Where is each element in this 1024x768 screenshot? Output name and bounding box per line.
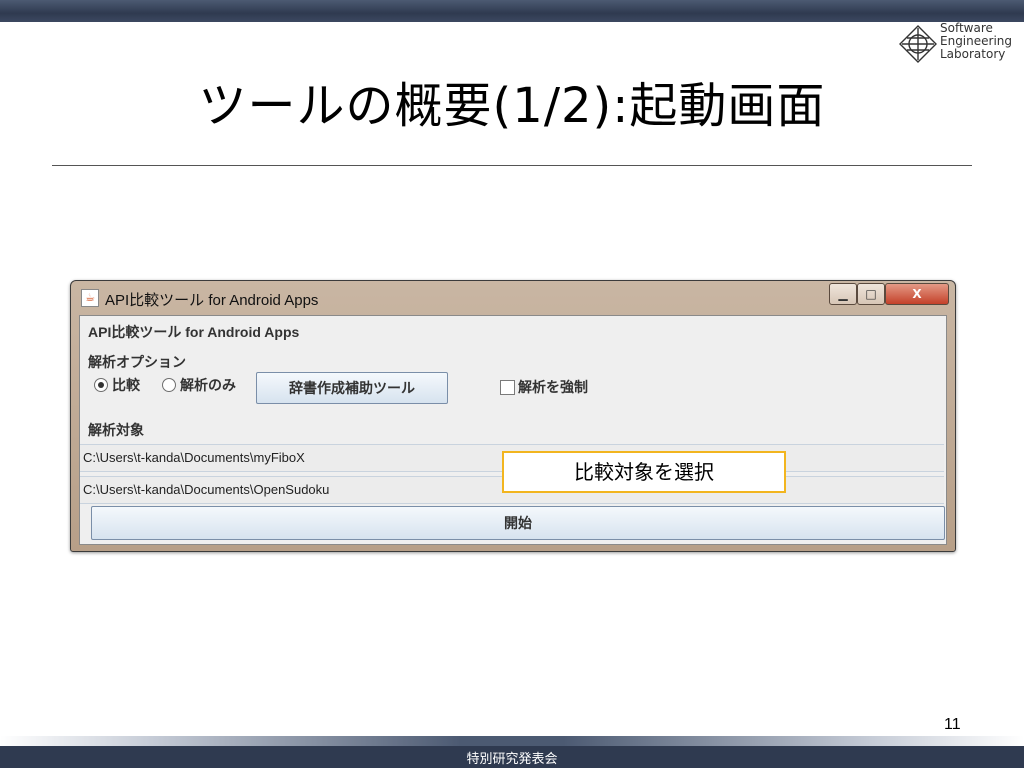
radio-analyze-only[interactable] [162,378,176,392]
dictionary-tool-button[interactable]: 辞書作成補助ツール [256,372,448,404]
force-analyze-label: 解析を強制 [518,379,588,395]
logo-text: Software Engineering Laboratory [940,22,1012,61]
footer-text: 特別研究発表会 [466,752,558,767]
window-client: API比較ツール for Android Apps 解析オプション 比較 解析の… [79,315,947,545]
app-heading: API比較ツール for Android Apps [88,324,300,340]
top-bar [0,0,1024,22]
callout-select-targets: 比較対象を選択 [502,451,786,493]
slide-title: ツールの概要(1/2):起動画面 [198,78,826,134]
start-button[interactable]: 開始 [91,506,945,540]
radio-analyze-only-label: 解析のみ [180,377,236,393]
java-app-icon: ☕ [81,289,99,307]
app-window: ☕ API比較ツール for Android Apps ▁ □ X API比較ツ… [70,280,956,552]
minimize-button[interactable]: ▁ [829,283,857,305]
targets-label: 解析対象 [88,422,144,438]
options-row: 比較 解析のみ 辞書作成補助ツール 解析を強制 [88,372,938,404]
radio-compare-label: 比較 [112,377,140,393]
options-label: 解析オプション [88,354,186,370]
page-number: 11 [944,716,961,733]
title-divider [52,165,972,166]
logo-globe-icon [899,25,937,63]
target-path-1-text: C:\Users\t-kanda\Documents\myFiboX [83,450,305,465]
close-button[interactable]: X [885,283,949,305]
window-title: API比較ツール for Android Apps [105,292,319,309]
radio-compare[interactable] [94,378,108,392]
maximize-button[interactable]: □ [857,283,885,305]
force-analyze-checkbox[interactable] [500,380,515,395]
logo-line-3: Laboratory [940,47,1006,61]
lab-logo: Software Engineering Laboratory [898,22,1018,66]
window-titlebar[interactable]: ☕ API比較ツール for Android Apps ▁ □ X [71,281,955,315]
target-path-2-text: C:\Users\t-kanda\Documents\OpenSudoku [83,482,330,497]
